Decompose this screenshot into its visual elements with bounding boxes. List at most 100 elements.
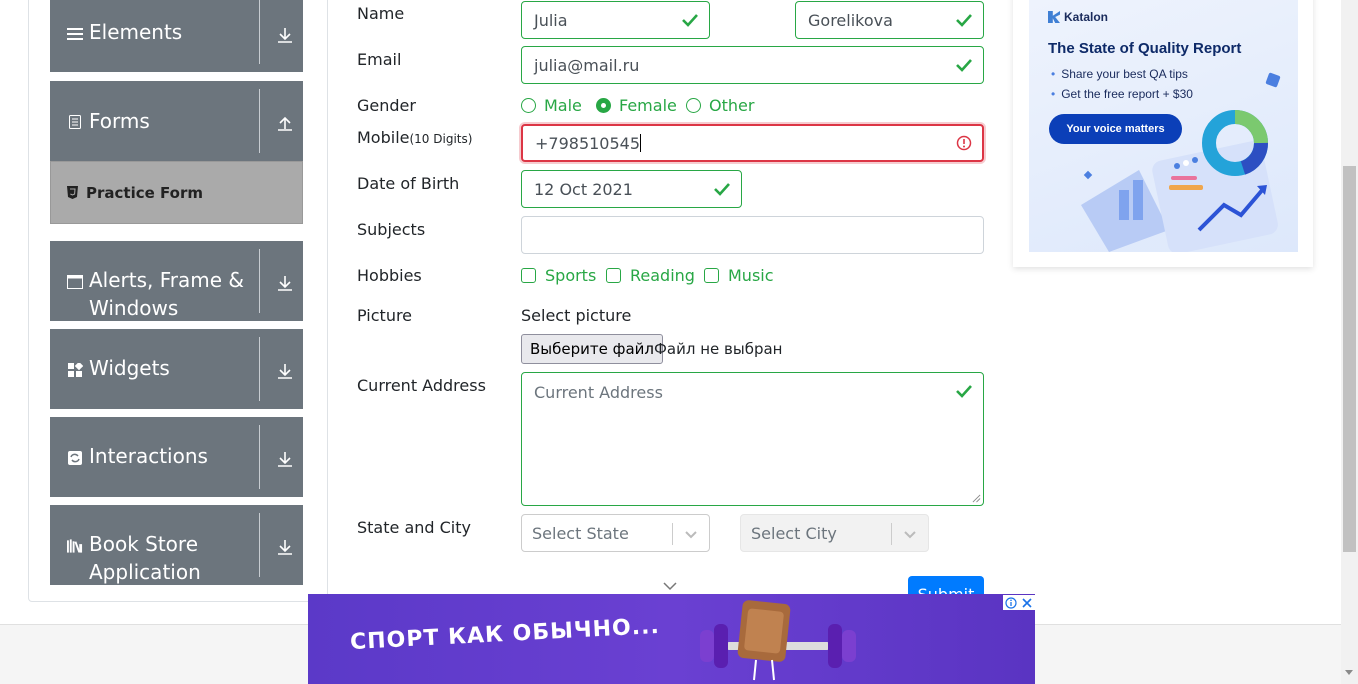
subjects-label: Subjects — [357, 220, 426, 239]
divider — [259, 89, 260, 153]
error-icon — [956, 135, 972, 151]
download-arrow-icon[interactable] — [276, 274, 294, 292]
current-address-label: Current Address — [357, 376, 486, 395]
radio-circle-selected — [596, 98, 611, 113]
sidebar-group-interactions[interactable]: Interactions — [50, 417, 303, 497]
sidebar-group-title: Alerts, Frame & — [89, 268, 245, 292]
state-placeholder: Select State — [532, 524, 629, 543]
state-city-label: State and City — [357, 518, 471, 537]
sidebar-group-forms[interactable]: Forms — [50, 81, 303, 161]
widgets-icon — [67, 362, 83, 378]
chevron-down-icon — [663, 582, 677, 591]
divider — [891, 523, 892, 545]
sidebar-group-bookstore[interactable]: Book Store Application — [50, 505, 303, 585]
divider — [259, 337, 260, 401]
mobile-input[interactable]: +798510545 — [521, 124, 984, 162]
email-input[interactable]: julia@mail.ru — [521, 46, 984, 84]
scrollbar-thumb[interactable] — [1343, 166, 1356, 552]
checkbox-label: Reading — [630, 266, 695, 285]
first-name-input[interactable]: Julia — [521, 1, 710, 39]
radio-label: Other — [709, 96, 755, 115]
interactions-icon — [67, 450, 83, 466]
subjects-input[interactable] — [521, 216, 984, 254]
info-icon[interactable] — [1005, 596, 1017, 609]
checkbox-label: Music — [728, 266, 774, 285]
dob-value: 12 Oct 2021 — [534, 179, 633, 199]
mobile-value: +798510545 — [535, 133, 641, 153]
sidebar-group-title-line2: Application — [89, 560, 201, 584]
banner-text: СПОРТ КАК ОБЫЧНО... — [349, 613, 661, 656]
scroll-down-arrow-icon[interactable] — [1345, 670, 1353, 675]
last-name-input[interactable]: Gorelikova — [795, 1, 984, 39]
bottom-ad-banner[interactable]: СПОРТ КАК ОБЫЧНО... — [308, 594, 1035, 684]
upload-arrow-icon[interactable] — [276, 114, 294, 132]
radio-circle — [521, 98, 536, 113]
window-icon — [67, 274, 83, 290]
hobby-reading-checkbox[interactable]: Reading — [606, 266, 695, 285]
html-icon — [67, 186, 78, 199]
divider — [259, 425, 260, 489]
choose-file-button[interactable]: Выберите файл — [521, 334, 663, 364]
checkbox-box — [521, 268, 536, 283]
checkbox-box — [704, 268, 719, 283]
check-icon — [682, 14, 698, 27]
file-status: Файл не выбран — [654, 340, 783, 358]
chevron-down-icon — [685, 531, 697, 539]
sidebar-group-elements[interactable]: Elements — [50, 0, 303, 72]
radio-label: Male — [544, 96, 582, 115]
address-placeholder: Current Address — [534, 383, 663, 402]
ad-choices[interactable] — [1003, 595, 1035, 610]
check-icon — [956, 59, 972, 72]
gender-female-radio[interactable]: Female — [596, 96, 677, 115]
email-label: Email — [357, 50, 402, 69]
dob-label: Date of Birth — [357, 174, 460, 193]
check-icon — [714, 183, 730, 196]
mobile-hint: (10 Digits) — [409, 132, 473, 146]
radio-circle — [686, 98, 701, 113]
chevron-down-icon — [904, 531, 916, 539]
city-placeholder: Select City — [751, 524, 837, 543]
check-icon — [956, 14, 972, 27]
sidebar-group-title: Book Store — [89, 532, 198, 556]
document-icon — [67, 114, 83, 130]
page: Elements Forms Practice Form Alerts, Fra… — [0, 0, 1358, 684]
ad-banner-katalon[interactable]: Katalon The State of Quality Report Shar… — [1029, 0, 1298, 252]
hobby-sports-checkbox[interactable]: Sports — [521, 266, 596, 285]
sidebar-group-title: Widgets — [89, 356, 170, 380]
radio-label: Female — [619, 96, 677, 115]
picture-label: Picture — [357, 306, 413, 325]
last-name-value: Gorelikova — [808, 10, 893, 30]
first-name-value: Julia — [534, 10, 568, 30]
sidebar-group-alerts[interactable]: Alerts, Frame & Windows — [50, 241, 303, 321]
sidebar-group-title-line2: Windows — [89, 296, 179, 320]
gender-male-radio[interactable]: Male — [521, 96, 582, 115]
hobby-music-checkbox[interactable]: Music — [704, 266, 774, 285]
close-icon[interactable] — [1021, 597, 1033, 609]
gender-other-radio[interactable]: Other — [686, 96, 754, 115]
resize-handle-icon[interactable] — [972, 494, 981, 503]
checkbox-label: Sports — [545, 266, 597, 285]
divider — [259, 513, 260, 577]
check-icon — [956, 385, 972, 398]
ad-illustration — [700, 600, 856, 681]
download-arrow-icon[interactable] — [276, 362, 294, 380]
sidebar-item-label: Practice Form — [86, 184, 203, 202]
sidebar-group-title: Interactions — [89, 444, 208, 468]
date-of-birth-input[interactable]: 12 Oct 2021 — [521, 170, 742, 208]
state-select[interactable]: Select State — [521, 514, 710, 552]
mobile-label: Mobile(10 Digits) — [357, 128, 472, 147]
download-arrow-icon[interactable] — [276, 450, 294, 468]
city-select[interactable]: Select City — [740, 514, 929, 552]
email-value: julia@mail.ru — [534, 55, 640, 75]
text-cursor — [640, 134, 642, 152]
download-arrow-icon[interactable] — [276, 538, 294, 556]
current-address-textarea[interactable]: Current Address — [521, 372, 984, 506]
download-arrow-icon[interactable] — [276, 26, 294, 44]
sidebar-item-practice-form[interactable]: Practice Form — [50, 161, 303, 224]
books-icon — [67, 538, 83, 554]
mobile-label-text: Mobile — [357, 128, 410, 147]
menu-icon — [67, 26, 83, 42]
divider — [259, 0, 260, 64]
sidebar-group-widgets[interactable]: Widgets — [50, 329, 303, 409]
select-picture-label: Select picture — [521, 306, 632, 325]
